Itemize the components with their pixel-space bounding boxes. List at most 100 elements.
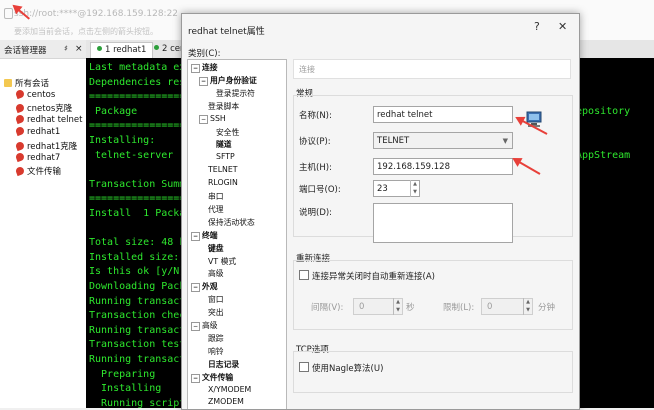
collapse-icon[interactable]: − xyxy=(191,283,200,293)
connected-icon xyxy=(97,46,102,51)
category-tree: − 连接 − 用户身份验证 登录提示符 登录脚本 − SSH 安全性 隧道 SFTP TELNET RL… xyxy=(187,59,287,409)
category-label: RLOGIN xyxy=(208,178,238,188)
protocol-value: TELNET xyxy=(377,136,410,146)
tab-label: 1 redhat1 xyxy=(105,45,147,55)
category-item[interactable]: SFTP xyxy=(216,152,235,161)
category-item[interactable]: 隧道 xyxy=(216,139,232,150)
limit-field[interactable]: 0 ▲ ▼ xyxy=(481,298,533,315)
limit-stepper[interactable]: ▲ ▼ xyxy=(523,298,532,315)
session-folder[interactable]: 所有会话 xyxy=(4,77,49,89)
terminal-line: Running transact xyxy=(89,295,186,307)
category-item[interactable]: 登录脚本 xyxy=(208,101,239,112)
terminal-line: ================ xyxy=(89,193,186,205)
category-item[interactable]: − 高级 xyxy=(191,320,218,331)
session-item[interactable]: cnetos克隆 xyxy=(14,102,72,114)
collapse-icon[interactable]: − xyxy=(191,373,200,383)
session-url[interactable]: ssh://root:****@192.168.159.128:22 xyxy=(14,9,178,19)
category-item[interactable]: − 连接 xyxy=(191,62,218,73)
session-item[interactable]: 文件传输 xyxy=(14,165,62,178)
category-item[interactable]: 响铃 xyxy=(208,346,224,357)
nagle-label: 使用Nagle算法(U) xyxy=(312,364,384,374)
category-item[interactable]: − 文件传输 xyxy=(191,372,233,383)
session-item[interactable]: redhat1克隆 xyxy=(14,140,77,152)
close-icon[interactable]: × xyxy=(75,44,83,54)
pin-icon[interactable]: ♯ xyxy=(64,44,68,53)
close-button[interactable]: ✕ xyxy=(558,20,567,33)
stepper-down-icon[interactable]: ▼ xyxy=(524,306,532,314)
settings-panel: 连接 常规 名称(N): redhat telnet 协议(P): TELNET… xyxy=(293,59,573,409)
session-item[interactable]: redhat telnet xyxy=(14,113,82,127)
category-item[interactable]: − SSH xyxy=(199,114,226,124)
protocol-select[interactable]: TELNET ▼ xyxy=(373,132,513,149)
category-item[interactable]: 突出 xyxy=(208,307,224,318)
auto-reconnect-label: 连接异常关闭时自动重新连接(A) xyxy=(312,272,435,282)
description-field[interactable] xyxy=(373,203,513,243)
collapse-icon[interactable]: − xyxy=(191,231,200,241)
session-icon xyxy=(14,166,26,177)
category-label: 高级 xyxy=(208,269,224,279)
category-item[interactable]: X/YMODEM xyxy=(208,385,251,394)
interval-stepper[interactable]: ▲ ▼ xyxy=(393,298,402,315)
category-item[interactable]: 代理 xyxy=(208,204,224,215)
session-label: centos xyxy=(27,89,56,100)
stepper-down-icon[interactable]: ▼ xyxy=(394,306,402,314)
description-label: 说明(D): xyxy=(299,208,333,218)
category-item[interactable]: 串口 xyxy=(208,191,224,202)
nagle-checkbox[interactable]: 使用Nagle算法(U) xyxy=(299,362,383,374)
category-label: 代理 xyxy=(208,204,224,214)
stepper-down-icon[interactable]: ▼ xyxy=(411,188,419,196)
terminal-line: Transaction chec xyxy=(89,310,186,322)
name-field[interactable]: redhat telnet xyxy=(373,106,513,123)
session-item[interactable]: centos xyxy=(14,88,56,102)
checkbox-icon xyxy=(299,270,309,280)
category-item[interactable]: VT 模式 xyxy=(208,256,236,267)
interval-unit: 秒 xyxy=(406,303,415,313)
session-label: 所有会话 xyxy=(15,79,50,89)
session-icon xyxy=(14,140,26,152)
protocol-label: 协议(P): xyxy=(299,137,331,147)
collapse-icon[interactable]: − xyxy=(199,76,208,86)
category-label: 用户身份验证 xyxy=(210,75,257,85)
category-item[interactable]: TELNET xyxy=(208,165,238,174)
connected-icon xyxy=(154,45,159,50)
category-item[interactable]: 日志记录 xyxy=(208,359,239,370)
terminal-line: Is this ok [y/N] xyxy=(89,266,186,278)
category-item[interactable]: 保持活动状态 xyxy=(208,217,255,228)
tab-redhat1[interactable]: 1 redhat1 xyxy=(90,42,154,58)
interval-field[interactable]: 0 ▲ ▼ xyxy=(353,298,403,315)
terminal-line: Install 1 Packag xyxy=(89,208,192,219)
session-item[interactable]: redhat7 xyxy=(14,151,60,165)
category-label: SSH xyxy=(210,113,226,123)
session-manager-header: 会话管理器 ♯ × xyxy=(0,40,86,59)
port-field[interactable]: 23 ▲ ▼ xyxy=(373,180,420,197)
stepper-up-icon[interactable]: ▲ xyxy=(394,298,402,306)
stepper-up-icon[interactable]: ▲ xyxy=(524,298,532,306)
category-label: VT 模式 xyxy=(208,256,237,266)
category-item[interactable]: − 外观 xyxy=(191,281,218,293)
category-item[interactable]: RLOGIN xyxy=(208,178,238,187)
category-item[interactable]: 高级 xyxy=(208,268,224,279)
category-item[interactable]: 窗口 xyxy=(208,294,224,305)
category-item[interactable]: 登录提示符 xyxy=(216,88,255,99)
port-stepper[interactable]: ▲ ▼ xyxy=(410,180,419,197)
collapse-icon[interactable]: − xyxy=(199,114,208,124)
category-item[interactable]: − 用户身份验证 xyxy=(199,75,257,86)
category-item[interactable]: ZMODEM xyxy=(208,397,244,406)
auto-reconnect-checkbox[interactable]: 连接异常关闭时自动重新连接(A) xyxy=(299,270,435,282)
terminal-line: Installing xyxy=(89,383,162,395)
category-item[interactable]: 安全性 xyxy=(216,127,239,138)
collapse-icon[interactable]: − xyxy=(191,64,200,73)
terminal-line: Downloading Pack xyxy=(89,281,186,292)
session-item[interactable]: redhat1 xyxy=(14,126,61,139)
category-item[interactable]: 跟踪 xyxy=(208,333,224,344)
category-item[interactable]: 键盘 xyxy=(208,243,224,254)
help-button[interactable]: ? xyxy=(534,20,540,33)
session-icon xyxy=(14,88,26,99)
stepper-up-icon[interactable]: ▲ xyxy=(411,180,419,188)
category-item[interactable]: − 终端 xyxy=(191,230,218,241)
host-field[interactable]: 192.168.159.128 xyxy=(373,158,513,175)
port-label: 端口号(O): xyxy=(299,185,341,195)
collapse-icon[interactable]: − xyxy=(191,322,200,331)
session-label: 文件传输 xyxy=(27,167,62,178)
session-label: redhat1 xyxy=(27,127,61,138)
